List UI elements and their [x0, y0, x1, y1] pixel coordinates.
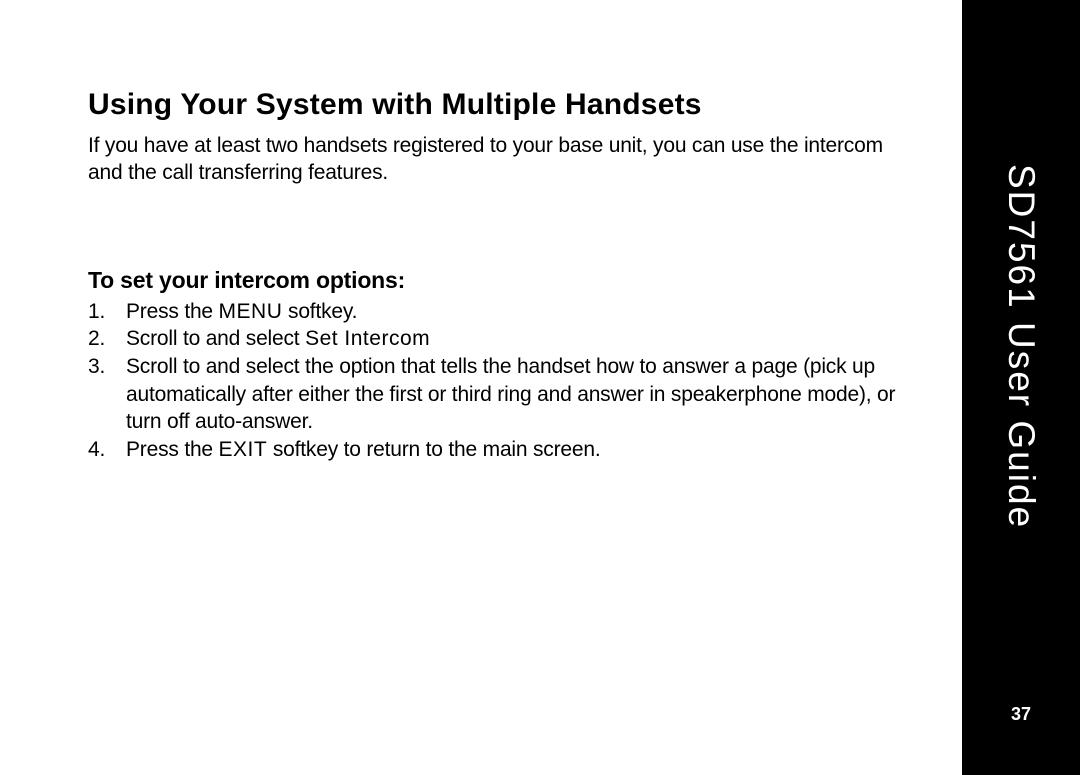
- step-key: MENU: [219, 300, 283, 323]
- step-number: 1.: [88, 298, 105, 326]
- step-text-pre: Press the: [126, 438, 219, 461]
- steps-list: 1. Press the MENU softkey. 2. Scroll to …: [88, 298, 920, 464]
- sidebar: SD7561 User Guide 37: [962, 0, 1080, 775]
- step-number: 4.: [88, 436, 105, 464]
- step-number: 2.: [88, 325, 105, 353]
- step-item-4: 4. Press the EXIT softkey to return to t…: [126, 436, 920, 464]
- step-text-pre: Scroll to and select the option that tel…: [126, 355, 895, 433]
- step-text-post: softkey.: [282, 300, 357, 323]
- step-item-1: 1. Press the MENU softkey.: [126, 298, 920, 326]
- step-text-pre: Scroll to and select: [126, 327, 305, 350]
- step-item-2: 2. Scroll to and select Set Intercom: [126, 325, 920, 353]
- step-text-post: softkey to return to the main screen.: [267, 438, 600, 461]
- sidebar-title: SD7561 User Guide: [1000, 164, 1042, 529]
- page-content: Using Your System with Multiple Handsets…: [0, 0, 920, 464]
- step-text-pre: Press the: [126, 300, 219, 323]
- step-key: EXIT: [219, 438, 268, 461]
- page-number: 37: [1011, 704, 1031, 725]
- step-number: 3.: [88, 353, 105, 381]
- step-item-3: 3. Scroll to and select the option that …: [126, 353, 920, 436]
- sub-title: To set your intercom options:: [88, 267, 920, 294]
- intro-text: If you have at least two handsets regist…: [88, 132, 920, 187]
- step-key: Set Intercom: [305, 327, 430, 350]
- section-title: Using Your System with Multiple Handsets: [88, 88, 920, 122]
